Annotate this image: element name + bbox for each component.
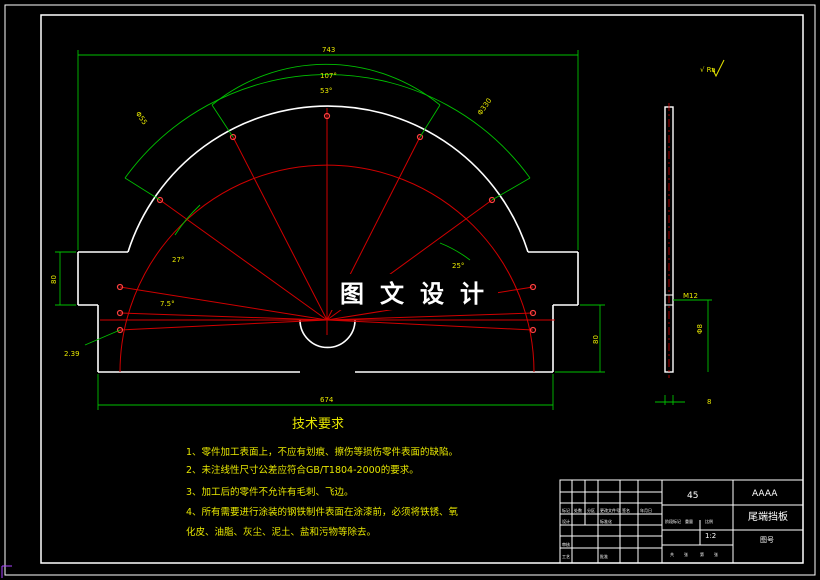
dim-overall-width: 743: [322, 46, 335, 54]
watermark-char-1: 图: [340, 280, 364, 308]
dim-angle-27: 27°: [172, 256, 184, 264]
side-hole-dim: Φ8: [696, 324, 704, 334]
title-drawing-no: 图号: [760, 536, 774, 544]
watermark-char-4: 计: [460, 280, 484, 308]
tb-label-1: 标记: [562, 507, 570, 513]
tech-req-item-3: 3、加工后的零件不允许有毛刺、飞边。: [186, 486, 354, 498]
ucs-icon: [1, 565, 12, 578]
dim-radius-right: Φ330: [476, 97, 493, 117]
side-thickness-dim: 8: [707, 398, 711, 406]
tech-req-item-4: 4、所有需要进行涂装的钢铁制件表面在涂漆前，必须将铁锈、氧: [186, 506, 459, 518]
centerlines: [100, 108, 555, 373]
tb-label-2: 处数: [574, 507, 582, 513]
tb-label-18: 张: [714, 551, 718, 557]
dim-radius-left: Φ55: [134, 110, 149, 126]
tb-label-12: 审核: [562, 541, 570, 547]
tb-label-14: 批准: [600, 553, 608, 559]
dim-offset-left: 2.39: [64, 350, 80, 358]
tb-label-3: 分区: [587, 507, 595, 513]
dim-height-left: 80: [50, 275, 58, 284]
tb-label-17: 第: [700, 551, 704, 557]
title-scale: 1:2: [705, 532, 716, 540]
tb-label-8: 标准化: [600, 518, 612, 524]
title-material: 45: [687, 491, 698, 501]
tech-requirements: 技术要求 1、零件加工表面上，不应有划痕、擦伤等损伤零件表面的缺陷。 2、未注线…: [186, 417, 459, 538]
tb-label-5: 签名: [622, 507, 630, 513]
watermark: 图 文 设 计: [328, 274, 498, 310]
tech-req-item-1: 1、零件加工表面上，不应有划痕、擦伤等损伤零件表面的缺陷。: [186, 446, 458, 458]
tb-label-9: 阶段标记: [665, 518, 681, 524]
title-block-texts: 45 AAAA 尾端挡板 1:2 图号: [687, 489, 788, 544]
dim-angle-7-5: 7.5°: [160, 300, 175, 308]
tb-label-13: 工艺: [562, 554, 570, 559]
tb-label-6: 年月日: [640, 507, 652, 513]
side-view-texts: M12 Φ8 8: [683, 292, 711, 406]
dimension-lines: [55, 50, 605, 410]
tb-label-15: 共: [670, 551, 674, 557]
dim-angle-right: 25°: [452, 262, 464, 270]
title-part-name: 尾端挡板: [748, 510, 788, 523]
cad-drawing: 743 107° 53° Φ55 Φ330 27° 7.5° 25° 80 80…: [1, 4, 816, 578]
dim-arc-small: 53°: [320, 87, 332, 95]
tb-label-10: 重量: [685, 518, 693, 524]
dim-arc-large: 107°: [320, 72, 337, 80]
tb-label-4: 更改文件号: [600, 507, 620, 513]
tb-label-11: 比例: [705, 518, 713, 524]
tb-label-7: 设计: [562, 518, 570, 524]
title-company: AAAA: [752, 489, 778, 499]
tb-label-16: 张: [684, 551, 688, 557]
watermark-char-3: 设: [420, 280, 444, 308]
side-note: M12: [683, 292, 698, 300]
tech-req-item-2: 2、未注线性尺寸公差应符合GB/T1804-2000的要求。: [186, 464, 419, 476]
dim-bottom-width: 674: [320, 396, 334, 404]
roughness-note: √ Ra: [700, 66, 716, 74]
watermark-char-2: 文: [380, 280, 405, 308]
dim-height-right: 80: [592, 335, 600, 344]
tech-req-item-5: 化皮、油脂、灰尘、泥土、盐和污物等除去。: [186, 526, 376, 538]
tech-req-title: 技术要求: [292, 417, 344, 432]
side-view: [655, 103, 712, 405]
